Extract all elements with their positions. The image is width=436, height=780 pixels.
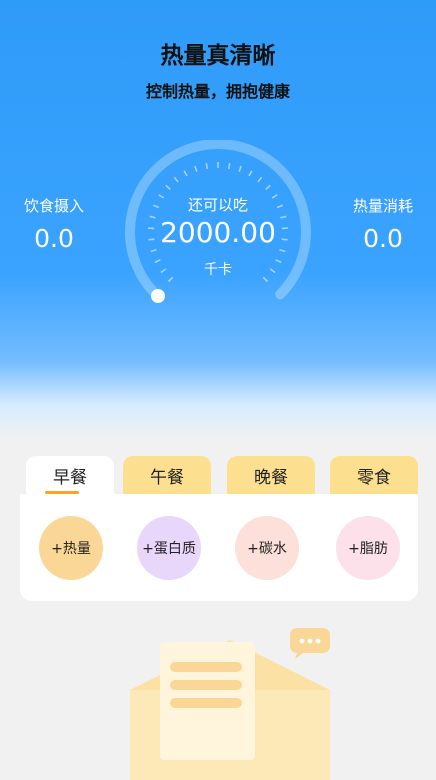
gauge-tick <box>249 171 252 176</box>
tab-dinner[interactable]: 晚餐 <box>227 456 315 494</box>
app-title: 热量真清晰 <box>0 36 436 70</box>
gauge-tick <box>258 177 262 182</box>
add-fat-button[interactable]: +脂肪 <box>336 516 400 580</box>
gauge-tick <box>195 166 197 172</box>
tab-breakfast[interactable]: 早餐 <box>26 456 114 494</box>
gauge-tick <box>151 250 157 252</box>
remaining-value: 2000.00 <box>0 216 436 249</box>
gauge-tick <box>166 185 170 189</box>
chat-bubble-icon <box>289 626 331 660</box>
gauge-tick <box>239 166 241 172</box>
tab-lunch[interactable]: 午餐 <box>123 456 211 494</box>
add-calorie-button[interactable]: +热量 <box>39 516 103 580</box>
meal-tabs: 早餐 午餐 晚餐 零食 <box>20 456 418 496</box>
meal-card: 早餐 午餐 晚餐 零食 +热量 +蛋白质 +碳水 +脂肪 <box>20 456 418 601</box>
remaining-label: 还可以吃 <box>0 194 436 215</box>
add-carbs-button[interactable]: +碳水 <box>235 516 299 580</box>
tab-snack[interactable]: 零食 <box>330 456 418 494</box>
add-protein-button[interactable]: +蛋白质 <box>137 516 201 580</box>
gauge-tick <box>206 163 207 169</box>
gauge-tick <box>184 171 187 176</box>
gauge-tick <box>266 185 270 189</box>
gauge-tick <box>174 177 178 182</box>
app-subtitle: 控制热量，拥抱健康 <box>0 78 436 102</box>
gauge-tick <box>279 250 285 252</box>
gauge-tick <box>229 163 230 169</box>
remaining-unit: 千卡 <box>0 259 436 279</box>
gauge-knob <box>151 289 165 303</box>
active-tab-indicator <box>45 491 79 494</box>
